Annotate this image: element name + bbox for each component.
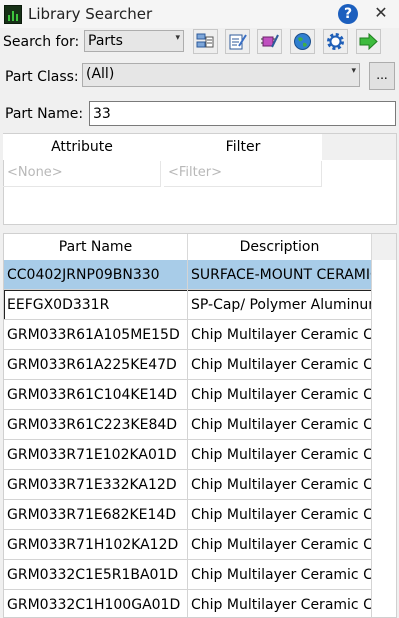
part-name-cell[interactable]: GRM033R71E332KA12D	[4, 470, 188, 500]
edit-list-button[interactable]	[225, 29, 250, 54]
search-for-dropdown[interactable]: Parts ▾	[84, 30, 184, 52]
table-row[interactable]: GRM033R61A105ME15D Chip Multilayer Cerami…	[4, 320, 372, 350]
edit-list-icon	[229, 34, 247, 50]
parts-search-icon	[196, 33, 214, 48]
description-cell[interactable]: Chip Multilayer Ceramic Capacitor	[188, 530, 372, 560]
title-bar: Library Searcher ? ✕	[0, 0, 399, 28]
part-class-value: (All)	[86, 66, 115, 82]
description-cell[interactable]: Chip Multilayer Ceramic Capacitor	[188, 410, 372, 440]
table-row[interactable]: GRM0332C1E5R1BA01D Chip Multilayer Cerami…	[4, 560, 372, 590]
part-name-cell[interactable]: GRM033R71H102KA12D	[4, 530, 188, 560]
table-row[interactable]: EEFGX0D331R SP-Cap/ Polymer Aluminum	[4, 290, 372, 320]
attribute-cell[interactable]: <None>	[3, 161, 161, 187]
part-name-cell[interactable]: GRM033R71E682KE14D	[4, 500, 188, 530]
settings-button[interactable]	[323, 29, 348, 54]
description-cell[interactable]: Chip Multilayer Ceramic Capacitor	[188, 590, 372, 617]
part-name-cell[interactable]: CC0402JRNP09BN330	[4, 260, 188, 290]
search-for-label: Search for:	[3, 34, 80, 50]
description-cell[interactable]: Chip Multilayer Ceramic Capacitor	[188, 500, 372, 530]
part-name-cell[interactable]: GRM0332C1E5R1BA01D	[4, 560, 188, 590]
part-name-cell[interactable]: EEFGX0D331R	[4, 290, 188, 320]
table-row[interactable]: GRM033R71E682KE14D Chip Multilayer Cerami…	[4, 500, 372, 530]
part-class-dropdown[interactable]: (All) ▾	[82, 63, 360, 87]
part-class-label: Part Class:	[5, 69, 79, 85]
description-cell[interactable]: Chip Multilayer Ceramic Capacitor	[188, 380, 372, 410]
table-row[interactable]: GRM033R71E102KA01D Chip Multilayer Cerami…	[4, 440, 372, 470]
description-cell[interactable]: SP-Cap/ Polymer Aluminum	[188, 290, 372, 320]
help-icon[interactable]: ?	[338, 4, 358, 24]
part-name-cell[interactable]: GRM033R71E102KA01D	[4, 440, 188, 470]
dropdown-arrow-icon: ▾	[351, 66, 356, 76]
table-row[interactable]: GRM033R71H102KA12D Chip Multilayer Cerami…	[4, 530, 372, 560]
table-row[interactable]: GRM033R71E332KA12D Chip Multilayer Cerami…	[4, 470, 372, 500]
filter-cell[interactable]: <Filter>	[164, 161, 322, 187]
globe-button[interactable]	[290, 29, 315, 54]
part-name-cell[interactable]: GRM0332C1H100GA01D	[4, 590, 188, 617]
globe-icon	[294, 33, 311, 50]
dropdown-arrow-icon: ▾	[175, 33, 180, 43]
component-button[interactable]	[257, 29, 282, 54]
header-filler	[322, 134, 396, 160]
table-row[interactable]: GRM033R61C104KE14D Chip Multilayer Cerami…	[4, 380, 372, 410]
description-column-header[interactable]: Description	[188, 234, 372, 260]
description-cell[interactable]: SURFACE-MOUNT CERAMIC	[188, 260, 372, 290]
attribute-column-header[interactable]: Attribute	[3, 134, 161, 160]
part-class-browse-button[interactable]: ...	[369, 62, 395, 90]
filter-column-header[interactable]: Filter	[164, 134, 322, 160]
header-filler	[372, 234, 396, 260]
table-row[interactable]: CC0402JRNP09BN330 SURFACE-MOUNT CERAMIC	[4, 260, 372, 290]
part-name-input[interactable]	[89, 101, 396, 126]
window-title: Library Searcher	[28, 5, 153, 23]
table-row[interactable]: GRM033R61A225KE47D Chip Multilayer Cerami…	[4, 350, 372, 380]
go-button[interactable]	[356, 29, 381, 54]
app-logo-icon	[4, 5, 22, 24]
table-row[interactable]: GRM0332C1H100GA01D Chip Multilayer Cerami…	[4, 590, 372, 617]
description-cell[interactable]: Chip Multilayer Ceramic Capacitor	[188, 560, 372, 590]
part-name-label: Part Name:	[5, 106, 84, 122]
component-icon	[261, 34, 279, 48]
part-name-cell[interactable]: GRM033R61A105ME15D	[4, 320, 188, 350]
description-cell[interactable]: Chip Multilayer Ceramic Capacitor	[188, 320, 372, 350]
part-name-column-header[interactable]: Part Name	[4, 234, 188, 260]
results-header: Part Name Description	[4, 234, 396, 260]
close-icon[interactable]: ✕	[370, 2, 392, 24]
table-row[interactable]: GRM033R61C223KE84D Chip Multilayer Cerami…	[4, 410, 372, 440]
settings-gear-icon	[327, 33, 344, 50]
search-for-value: Parts	[88, 33, 123, 49]
description-cell[interactable]: Chip Multilayer Ceramic Capacitor	[188, 470, 372, 500]
green-arrow-icon	[359, 32, 378, 51]
description-cell[interactable]: Chip Multilayer Ceramic Capacitor	[188, 440, 372, 470]
part-name-cell[interactable]: GRM033R61C223KE84D	[4, 410, 188, 440]
part-name-cell[interactable]: GRM033R61A225KE47D	[4, 350, 188, 380]
parts-search-button[interactable]	[193, 29, 218, 54]
results-table: Part Name Description CC0402JRNP09BN330 S…	[3, 233, 397, 618]
description-cell[interactable]: Chip Multilayer Ceramic Capacitor	[188, 350, 372, 380]
part-name-cell[interactable]: GRM033R61C104KE14D	[4, 380, 188, 410]
